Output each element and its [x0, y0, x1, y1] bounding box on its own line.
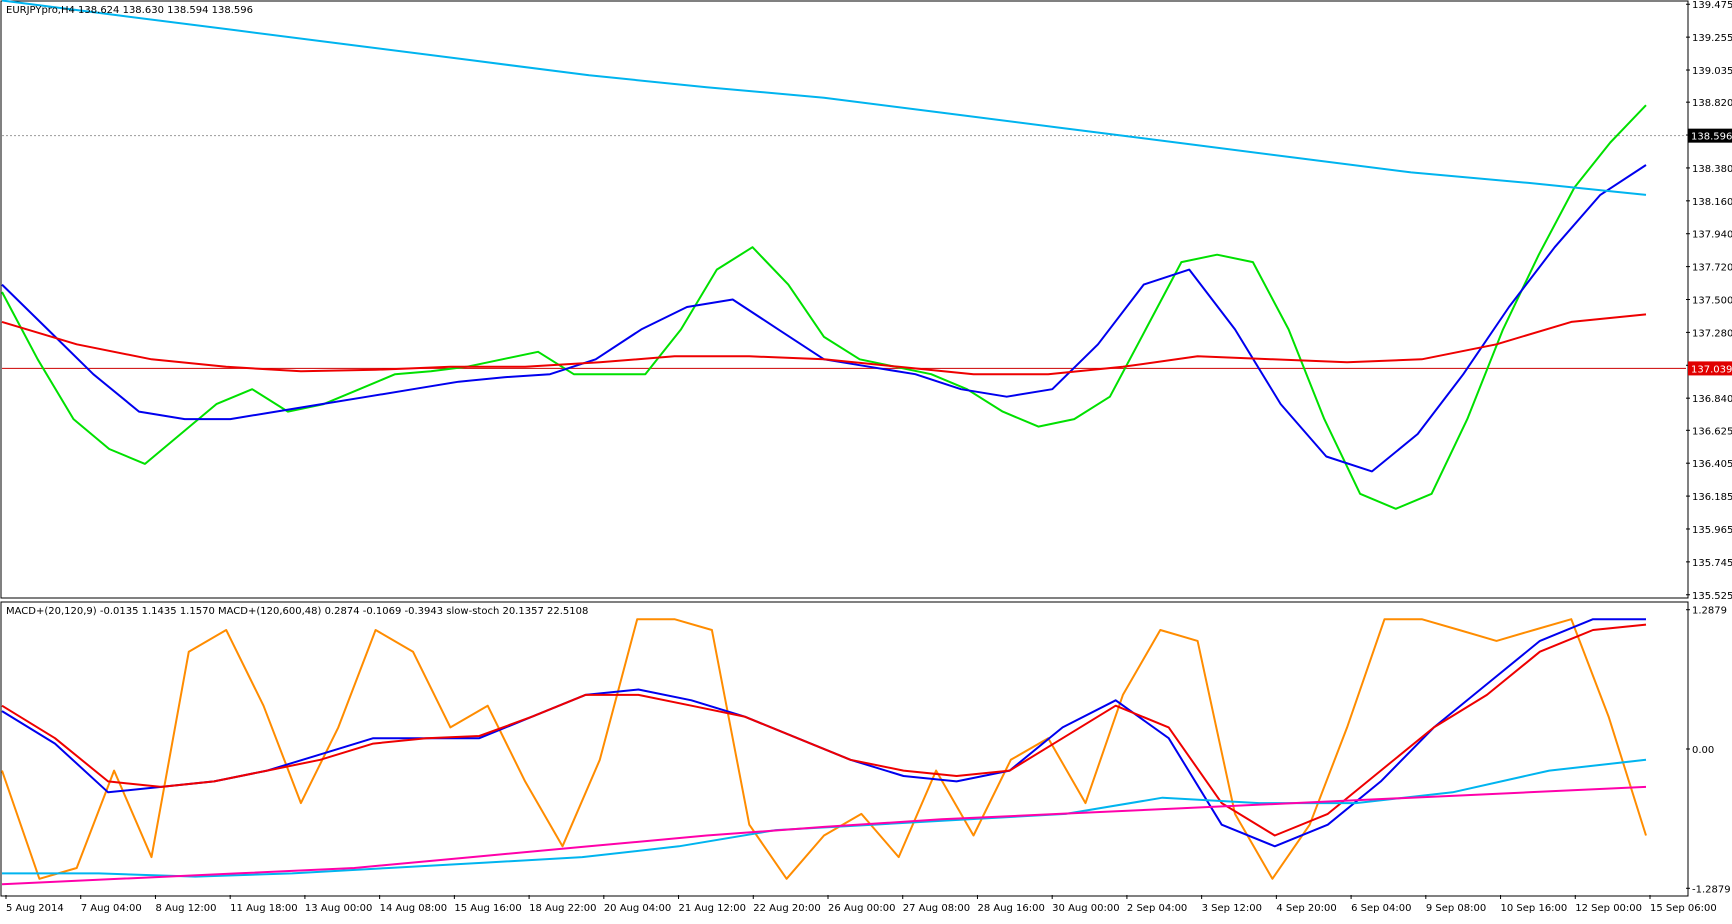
- x-tick-label: 30 Aug 00:00: [1052, 903, 1119, 914]
- y-tick-label: 137.500: [1692, 296, 1732, 307]
- y-tick-label: 136.405: [1692, 459, 1732, 470]
- indicator-y-tick-label: 1.2879: [1692, 606, 1727, 617]
- x-tick-label: 15 Aug 16:00: [454, 903, 521, 914]
- x-tick-label: 12 Sep 00:00: [1575, 903, 1642, 914]
- x-tick-label: 6 Sep 04:00: [1351, 903, 1411, 914]
- indicator-y-tick-label: 0.00: [1692, 745, 1714, 756]
- x-tick-label: 5 Aug 2014: [6, 903, 64, 914]
- x-tick-label: 15 Sep 06:00: [1650, 903, 1717, 914]
- y-tick-label: 137.280: [1692, 328, 1732, 339]
- x-tick-label: 7 Aug 04:00: [81, 903, 142, 914]
- x-tick-label: 14 Aug 08:00: [380, 903, 447, 914]
- x-tick-label: 18 Aug 22:00: [529, 903, 596, 914]
- y-tick-label: 136.625: [1692, 426, 1732, 437]
- chart-window: 139.475139.255139.035138.820138.600138.3…: [0, 0, 1732, 920]
- x-tick-label: 28 Aug 16:00: [977, 903, 1044, 914]
- y-tick-label: 136.840: [1692, 394, 1732, 405]
- x-tick-label: 26 Aug 00:00: [828, 903, 895, 914]
- x-tick-label: 8 Aug 12:00: [155, 903, 216, 914]
- symbol-header: EURJPYpro,H4 138.624 138.630 138.594 138…: [6, 5, 253, 16]
- x-tick-label: 13 Aug 00:00: [305, 903, 372, 914]
- x-tick-label: 3 Sep 12:00: [1202, 903, 1262, 914]
- y-tick-label: 139.035: [1692, 66, 1732, 77]
- x-tick-label: 22 Aug 20:00: [753, 903, 820, 914]
- indicator-header: MACD+(20,120,9) -0.0135 1.1435 1.1570 MA…: [6, 606, 588, 617]
- x-tick-label: 10 Sep 16:00: [1501, 903, 1568, 914]
- chart-canvas[interactable]: 139.475139.255139.035138.820138.600138.3…: [0, 0, 1732, 920]
- y-tick-label: 138.380: [1692, 164, 1732, 175]
- indicator-y-tick-label: -1.2879: [1692, 884, 1731, 895]
- y-tick-label: 139.475: [1692, 0, 1732, 11]
- x-tick-label: 20 Aug 04:00: [604, 903, 671, 914]
- x-tick-label: 2 Sep 04:00: [1127, 903, 1187, 914]
- y-tick-label: 139.255: [1692, 33, 1732, 44]
- x-tick-label: 11 Aug 18:00: [230, 903, 297, 914]
- y-tick-label: 137.940: [1692, 230, 1732, 241]
- y-tick-label: 136.185: [1692, 492, 1732, 503]
- x-tick-label: 21 Aug 12:00: [679, 903, 746, 914]
- current-price-label: 138.596: [1691, 132, 1732, 143]
- horizontal-line-label: 137.039: [1691, 364, 1732, 375]
- y-tick-label: 138.160: [1692, 197, 1732, 208]
- y-tick-label: 137.720: [1692, 263, 1732, 274]
- y-tick-label: 138.820: [1692, 98, 1732, 109]
- x-tick-label: 27 Aug 08:00: [903, 903, 970, 914]
- x-tick-label: 4 Sep 20:00: [1276, 903, 1336, 914]
- y-tick-label: 135.745: [1692, 558, 1732, 569]
- y-tick-label: 135.965: [1692, 525, 1732, 536]
- x-tick-label: 9 Sep 08:00: [1426, 903, 1486, 914]
- y-tick-label: 135.525: [1692, 591, 1732, 602]
